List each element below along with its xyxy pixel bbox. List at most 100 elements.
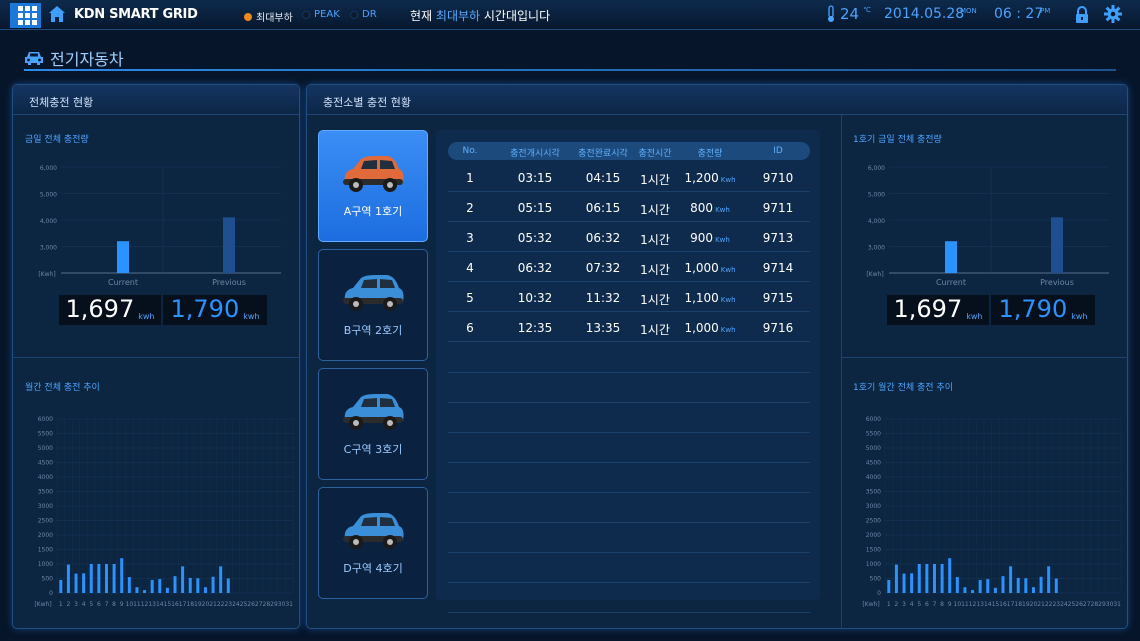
cell-duration: 1시간 [640,263,670,277]
charger-c3-button[interactable]: C구역 3호기 [318,368,428,480]
charge-history-table: No. 충전개시시각 충전완료시각 충전시간 충전량 ID 1 03:15 04:1… [436,130,820,613]
previous-value: 1,790 [170,295,240,323]
cell-duration: 1시간 [640,293,670,307]
bar-day-15 [165,587,169,593]
date-value: 2014.05.28 [884,6,965,22]
app-title: KDN SMART GRID [74,7,198,22]
bar-day-1 [59,579,63,593]
y-tick-label: 2500 [866,518,881,525]
cell-id: 9715 [762,291,794,305]
title-underline [24,69,1116,71]
unit-monthly-chart-title: 1호기 월간 전체 충전 추이 [853,383,953,393]
charger-a1-button[interactable]: A구역 1호기 [318,130,428,242]
table-row[interactable]: 5 10:32 11:32 1시간 1,100 Kwh 9715 [448,282,810,312]
unit-previous-value-box: 1,790 kwh [991,295,1095,325]
bar-day-7 [932,564,936,593]
bar-day-12 [143,590,147,593]
y-tick-label: 3000 [38,503,53,510]
header-id: ID [773,146,783,156]
empty-row-line [448,462,810,463]
y-tick-label: 5500 [866,431,881,438]
x-tick-label: 7 [933,601,937,607]
bar-day-14 [986,579,990,593]
y-tick-label: 6000 [866,416,881,423]
empty-row-line [448,612,810,613]
y-tick-label: 3500 [38,489,53,496]
indicator-dot [244,12,252,21]
current-value: 1,697 [893,295,963,323]
y-tick-label: 4000 [38,474,53,481]
unit-monthly-charge-chart: 0 500 1000 1500 2000 2500 3000 3500 4000 4500 5000… [862,416,1122,607]
amount-unit: Kwh [720,296,736,304]
y-tick-label: 1500 [866,547,881,554]
amount-unit: Kwh [715,206,730,214]
page-title: 전기자동차 [50,50,124,69]
unit-daily-charge-chart: 6,000 5,000 4,000 3,000 [Kwh] Current Previous [866,165,1109,287]
bar-day-14 [158,579,162,593]
cell-amount: 1,000 Kwh [684,321,736,335]
x-tick-label: 7 [105,601,109,607]
total-charging-panel: 전체충전 현황 금일 전체 충전량 6,000 5,000 4,000 3,000 [K… [12,84,300,629]
cell-no: 1 [466,171,474,185]
x-tick-label: 8 [112,601,116,607]
gear-icon[interactable] [1104,5,1122,23]
y-tick-label: 6,000 [40,165,57,172]
unit-label: kwh [1071,312,1088,321]
table-row[interactable]: 2 05:15 06:15 1시간 800 Kwh 9711 [448,192,810,222]
bar-day-5 [917,564,921,593]
y-tick-label: 3500 [866,489,881,496]
cell-duration: 1시간 [640,323,670,337]
x-tick-label: 5 [89,601,93,607]
category-label: Current [936,278,966,287]
category-label: Previous [212,278,246,287]
charger-label: C구역 3호기 [343,443,403,456]
daily-chart-title: 금일 전체 충전량 [25,135,89,145]
indicator-label: PEAK [314,9,340,20]
y-tick-label: 500 [42,576,54,583]
y-tick-label: 5000 [38,445,53,452]
bar-day-23 [1054,578,1058,593]
home-icon[interactable] [48,5,66,23]
table-row[interactable]: 1 03:15 04:15 1시간 1,200 Kwh 9710 [448,162,810,192]
charger-d4-button[interactable]: D구역 4호기 [318,487,428,599]
y-tick-label: 4000 [866,474,881,481]
cell-start: 05:32 [517,231,553,245]
monthly-charge-chart: 0 500 1000 1500 2000 2500 3000 3500 4000 4500 5000… [34,416,294,607]
charger-b2-button[interactable]: B구역 2호기 [318,249,428,361]
y-tick-label: 3,000 [40,245,57,252]
apps-menu-icon[interactable] [10,3,41,28]
unit-current-value-box: 1,697 kwh [887,295,989,325]
bar-day-20 [203,587,207,593]
x-tick-label: 4 [910,601,914,607]
x-tick-label: 3 [902,601,906,607]
table-row[interactable]: 3 05:32 06:32 1시간 900 Kwh 9713 [448,222,810,252]
y-tick-label: 4500 [866,460,881,467]
cell-no: 5 [466,291,474,305]
y-axis-label: [Kwh] [34,601,51,607]
cell-no: 3 [466,231,474,245]
bar-day-3 [74,573,78,593]
lock-icon[interactable] [1075,6,1089,23]
table-row[interactable]: 4 06:32 07:32 1시간 1,000 Kwh 9714 [448,252,810,282]
thermometer-icon [828,5,834,22]
bar-day-5 [89,564,93,593]
table-row[interactable]: 6 12:35 13:35 1시간 1,000 Kwh 9716 [448,312,810,342]
bar-current [117,241,129,273]
cell-no: 2 [466,201,474,215]
temperature: 24 ℃ [826,5,871,23]
y-tick-label: 6,000 [868,165,885,172]
category-label: Current [108,278,138,287]
y-tick-label: 3,000 [868,245,885,252]
bar-day-21 [211,576,215,593]
car-icon [343,275,404,311]
empty-row-line [448,552,810,553]
current-value-box: 1,697 kwh [59,295,161,325]
amount-unit: Kwh [720,326,736,334]
cell-start: 06:32 [517,261,553,275]
bar-current [945,241,957,273]
bar-day-2 [66,564,70,593]
bar-previous [223,217,235,273]
bar-day-16 [173,576,177,593]
y-tick-label: 1500 [38,547,53,554]
y-tick-label: 0 [877,590,881,597]
